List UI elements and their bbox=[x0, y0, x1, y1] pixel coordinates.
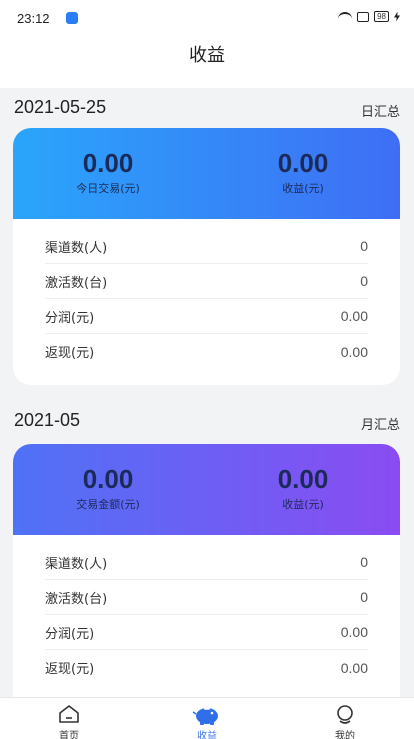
monthly-date: 2021-05 bbox=[14, 410, 81, 430]
list-item: 分润(元) 0.00 bbox=[45, 299, 368, 334]
list-item: 返现(元) 0.00 bbox=[45, 650, 368, 685]
list-item: 渠道数(人) 0 bbox=[45, 229, 368, 264]
daily-transaction-stat: 0.00 今日交易(元) bbox=[28, 148, 188, 196]
list-item: 分润(元) 0.00 bbox=[45, 615, 368, 650]
profile-icon bbox=[337, 705, 353, 724]
row-value: 0.00 bbox=[340, 308, 368, 324]
row-label: 分润(元) bbox=[45, 310, 95, 326]
daily-transaction-label: 今日交易(元) bbox=[76, 182, 140, 195]
tab-home[interactable]: 首页 bbox=[0, 698, 138, 739]
monthly-summary-card: 0.00 交易金额(元) 0.00 收益(元) 渠道数(人) 0 激活数(台) … bbox=[13, 444, 400, 714]
battery-icon: 98 bbox=[374, 11, 389, 22]
top-bar: 收益 bbox=[0, 34, 414, 88]
daily-detail-list: 渠道数(人) 0 激活数(台) 0 分润(元) 0.00 返现(元) 0.00 bbox=[13, 219, 400, 381]
row-label: 返现(元) bbox=[45, 662, 95, 677]
daily-date: 2021-05-25 bbox=[14, 97, 107, 117]
list-item: 渠道数(人) 0 bbox=[45, 545, 368, 580]
row-value: 0.00 bbox=[340, 659, 368, 676]
tab-income[interactable]: 收益 bbox=[138, 698, 276, 739]
monthly-summary-link[interactable]: 月汇总 bbox=[361, 414, 400, 433]
daily-transaction-value: 0.00 bbox=[82, 148, 134, 178]
list-item: 返现(元) 0.00 bbox=[45, 334, 368, 369]
status-bar: 23:12 98 bbox=[0, 0, 414, 34]
monthly-income-stat: 0.00 收益(元) bbox=[223, 464, 383, 512]
list-item: 激活数(台) 0 bbox=[45, 264, 368, 299]
home-icon bbox=[59, 705, 79, 723]
list-item: 激活数(台) 0 bbox=[45, 580, 368, 615]
row-label: 渠道数(人) bbox=[45, 556, 108, 572]
monthly-stats-header: 0.00 交易金额(元) 0.00 收益(元) bbox=[13, 444, 400, 535]
row-value: 0 bbox=[360, 273, 368, 289]
row-label: 返现(元) bbox=[45, 346, 95, 361]
row-value: 0.00 bbox=[340, 624, 368, 640]
page-title: 收益 bbox=[189, 45, 225, 66]
daily-income-stat: 0.00 收益(元) bbox=[223, 148, 383, 196]
sim-icon bbox=[357, 11, 370, 22]
charging-icon bbox=[394, 11, 400, 22]
row-value: 0 bbox=[360, 554, 368, 570]
daily-income-label: 收益(元) bbox=[282, 182, 324, 195]
tab-home-label: 首页 bbox=[59, 731, 79, 739]
status-icons: 98 bbox=[338, 11, 400, 22]
monthly-transaction-stat: 0.00 交易金额(元) bbox=[28, 464, 188, 512]
notification-app-icon bbox=[66, 12, 78, 24]
row-label: 分润(元) bbox=[45, 626, 95, 642]
tab-income-label: 收益 bbox=[197, 731, 217, 739]
row-value: 0 bbox=[360, 238, 368, 254]
daily-income-value: 0.00 bbox=[277, 148, 329, 178]
bottom-tab-bar: 首页 收益 我的 bbox=[0, 697, 414, 739]
row-label: 渠道数(人) bbox=[45, 240, 108, 256]
wifi-icon bbox=[338, 11, 353, 22]
daily-summary-link[interactable]: 日汇总 bbox=[361, 101, 400, 120]
monthly-transaction-label: 交易金额(元) bbox=[76, 498, 140, 511]
piggy-bank-icon bbox=[192, 708, 218, 725]
row-value: 0 bbox=[360, 589, 368, 605]
tab-profile-label: 我的 bbox=[335, 731, 355, 739]
monthly-income-label: 收益(元) bbox=[282, 498, 324, 511]
row-value: 0.00 bbox=[340, 343, 368, 360]
row-label: 激活数(台) bbox=[45, 591, 108, 607]
status-time: 23:12 bbox=[17, 11, 50, 26]
daily-stats-header: 0.00 今日交易(元) 0.00 收益(元) bbox=[13, 128, 400, 219]
monthly-detail-list: 渠道数(人) 0 激活数(台) 0 分润(元) 0.00 返现(元) 0.00 bbox=[13, 535, 400, 697]
monthly-income-value: 0.00 bbox=[277, 464, 329, 494]
row-label: 激活数(台) bbox=[45, 275, 108, 291]
monthly-transaction-value: 0.00 bbox=[82, 464, 134, 494]
tab-profile[interactable]: 我的 bbox=[276, 698, 414, 739]
daily-summary-card: 0.00 今日交易(元) 0.00 收益(元) 渠道数(人) 0 激活数(台) … bbox=[13, 128, 400, 385]
